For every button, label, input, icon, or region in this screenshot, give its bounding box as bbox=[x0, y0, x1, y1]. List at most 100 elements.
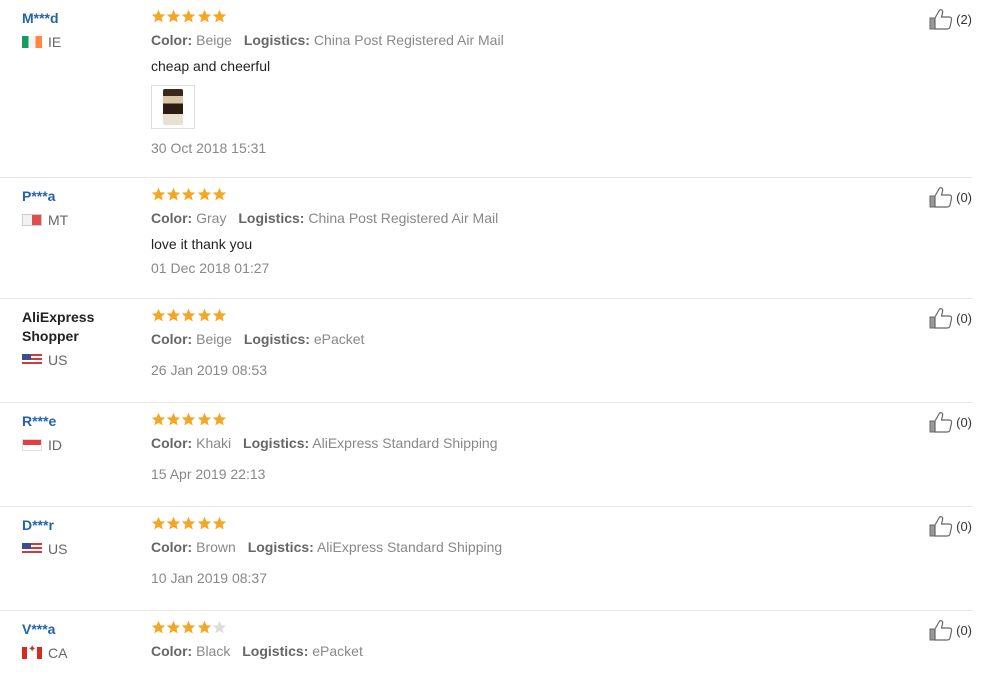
reviewer-country: ID bbox=[22, 437, 142, 453]
review-date: 15 Apr 2019 22:13 bbox=[151, 466, 266, 482]
star-icon bbox=[212, 412, 227, 427]
review-item: D***r US Color: Brown Logistics: AliExpr… bbox=[0, 507, 972, 611]
reviewer-name: AliExpress Shopper bbox=[22, 309, 95, 344]
thumbs-up-icon bbox=[929, 516, 953, 537]
reviewer-country: US bbox=[22, 541, 142, 557]
thumbs-up-icon bbox=[929, 412, 953, 433]
reviewer-info: D***r US bbox=[22, 516, 142, 557]
helpful-count: (0) bbox=[956, 414, 972, 430]
flag-icon bbox=[22, 354, 42, 366]
helpful-button[interactable]: (0) bbox=[929, 515, 972, 537]
review-date: 10 Jan 2019 08:37 bbox=[151, 570, 267, 586]
star-icon bbox=[166, 308, 181, 323]
helpful-count: (2) bbox=[956, 11, 972, 27]
reviewer-info: M***d IE bbox=[22, 9, 142, 50]
flag-icon bbox=[22, 214, 42, 226]
helpful-count: (0) bbox=[956, 189, 972, 205]
reviewer-name[interactable]: R***e bbox=[22, 412, 142, 431]
country-code: US bbox=[48, 541, 68, 557]
helpful-button[interactable]: (2) bbox=[929, 8, 972, 30]
color-label: Color: bbox=[151, 643, 193, 659]
star-icon bbox=[166, 516, 181, 531]
reviewer-name[interactable]: D***r bbox=[22, 516, 142, 535]
reviewer-info: V***a CA bbox=[22, 620, 142, 661]
review-photo-thumbnail[interactable] bbox=[151, 85, 195, 129]
star-icon bbox=[166, 620, 181, 635]
helpful-button[interactable]: (0) bbox=[929, 186, 972, 208]
helpful-button[interactable]: (0) bbox=[929, 411, 972, 433]
logistics-value: AliExpress Standard Shipping bbox=[316, 539, 503, 555]
review-text: cheap and cheerful bbox=[151, 58, 271, 74]
country-code: IE bbox=[48, 34, 62, 50]
photo-image bbox=[163, 89, 183, 125]
star-icon bbox=[181, 187, 196, 202]
logistics-value: China Post Registered Air Mail bbox=[313, 32, 504, 48]
logistics-label: Logistics: bbox=[243, 32, 310, 48]
thumbs-up-icon bbox=[929, 9, 953, 30]
order-info: Color: Black Logistics: ePacket bbox=[151, 642, 851, 660]
star-icon bbox=[197, 9, 212, 24]
helpful-button[interactable]: (0) bbox=[929, 619, 972, 641]
star-rating bbox=[151, 9, 851, 25]
color-label: Color: bbox=[151, 32, 193, 48]
review-date: 01 Dec 2018 01:27 bbox=[151, 260, 270, 276]
review-item: R***e ID Color: Khaki Logistics: AliExpr… bbox=[0, 403, 972, 507]
review-text: love it thank you bbox=[151, 236, 253, 252]
star-icon bbox=[166, 412, 181, 427]
star-icon bbox=[151, 187, 166, 202]
thumbs-up-icon bbox=[929, 187, 953, 208]
star-icon bbox=[212, 516, 227, 531]
logistics-value: ePacket bbox=[312, 643, 363, 659]
color-label: Color: bbox=[151, 435, 193, 451]
order-info: Color: Gray Logistics: China Post Regist… bbox=[151, 209, 851, 227]
logistics-value: ePacket bbox=[313, 331, 365, 347]
country-code: CA bbox=[48, 645, 68, 661]
country-code: US bbox=[48, 352, 68, 368]
reviewer-name[interactable]: M***d bbox=[22, 9, 142, 28]
logistics-label: Logistics: bbox=[238, 210, 305, 226]
flag-icon bbox=[22, 439, 42, 451]
star-icon bbox=[197, 412, 212, 427]
star-icon bbox=[151, 620, 166, 635]
thumbs-up-icon bbox=[929, 620, 953, 641]
review-content: Color: Beige Logistics: China Post Regis… bbox=[151, 9, 851, 157]
review-date: 30 Oct 2018 15:31 bbox=[151, 140, 267, 156]
helpful-count: (0) bbox=[956, 622, 972, 638]
order-info: Color: Khaki Logistics: AliExpress Stand… bbox=[151, 434, 851, 452]
star-icon bbox=[151, 308, 166, 323]
star-rating bbox=[151, 308, 851, 324]
star-icon bbox=[181, 9, 196, 24]
country-code: MT bbox=[48, 212, 69, 228]
review-item: V***a CA Color: Black Logistics: ePacket… bbox=[0, 611, 972, 681]
star-icon bbox=[212, 9, 227, 24]
logistics-label: Logistics: bbox=[243, 331, 310, 347]
thumbs-up-icon bbox=[929, 308, 953, 329]
country-code: ID bbox=[48, 437, 62, 453]
reviewer-name[interactable]: P***a bbox=[22, 187, 142, 206]
order-info: Color: Beige Logistics: China Post Regis… bbox=[151, 31, 851, 49]
star-icon bbox=[181, 412, 196, 427]
color-label: Color: bbox=[151, 210, 193, 226]
star-icon bbox=[197, 308, 212, 323]
review-item: AliExpress Shopper US Color: Beige Logis… bbox=[0, 299, 972, 403]
star-icon bbox=[151, 9, 166, 24]
star-icon bbox=[181, 308, 196, 323]
order-info: Color: Beige Logistics: ePacket bbox=[151, 330, 851, 348]
reviewer-info: AliExpress Shopper US bbox=[22, 308, 142, 368]
review-item: M***d IE Color: Beige Logistics: China P… bbox=[0, 0, 972, 178]
flag-icon bbox=[22, 543, 42, 555]
reviewer-country: CA bbox=[22, 644, 142, 661]
reviewer-country: US bbox=[22, 352, 142, 368]
star-icon bbox=[197, 516, 212, 531]
logistics-value: China Post Registered Air Mail bbox=[308, 210, 499, 226]
color-value: Brown bbox=[196, 539, 236, 555]
star-icon bbox=[166, 187, 181, 202]
review-content: Color: Beige Logistics: ePacket 26 Jan 2… bbox=[151, 308, 851, 379]
logistics-value: AliExpress Standard Shipping bbox=[312, 435, 498, 451]
helpful-button[interactable]: (0) bbox=[929, 307, 972, 329]
review-date: 26 Jan 2019 08:53 bbox=[151, 362, 267, 378]
color-value: Khaki bbox=[196, 435, 232, 451]
reviewer-name[interactable]: V***a bbox=[22, 620, 142, 639]
star-icon bbox=[166, 9, 181, 24]
star-rating bbox=[151, 516, 851, 532]
